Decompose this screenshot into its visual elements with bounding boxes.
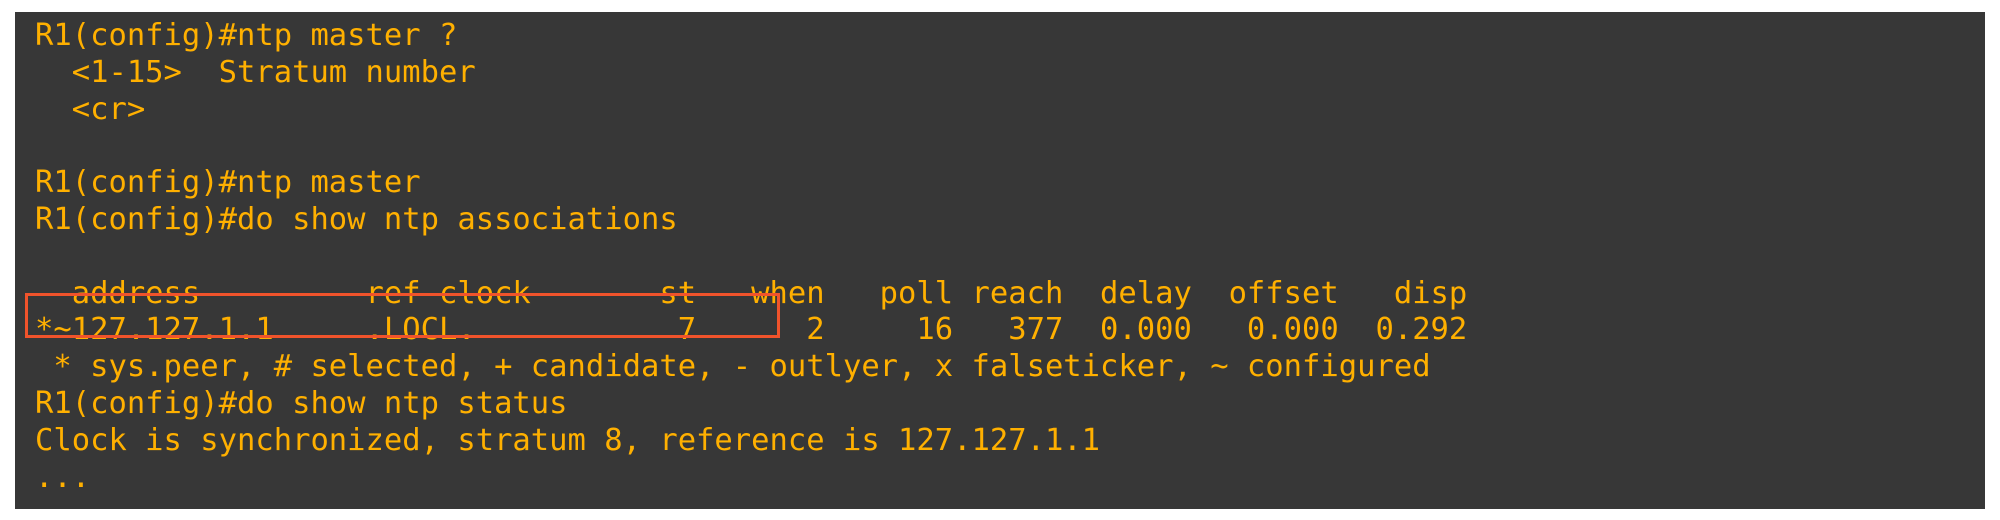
help-option-cr: <cr> — [35, 91, 146, 127]
command-line-ntp-master-help: R1(config)#ntp master ? — [35, 18, 458, 53]
ellipsis-line: ... — [35, 459, 91, 495]
command-line-ntp-master: R1(config)#ntp master — [35, 165, 421, 201]
help-option-stratum: <1-15> Stratum number — [35, 54, 476, 90]
associations-legend: * sys.peer, # selected, + candidate, - o… — [35, 349, 1431, 385]
ntp-status-output: Clock is synchronized, stratum 8, refere… — [35, 422, 1101, 458]
command-line-show-ntp-associations: R1(config)#do show ntp associations — [35, 201, 678, 237]
associations-table-row: *~127.127.1.1 .LOCL. 7 2 16 377 0.000 0.… — [35, 312, 1468, 348]
command-line-show-ntp-status: R1(config)#do show ntp status — [35, 385, 568, 421]
terminal-window: R1(config)#ntp master ? <1-15> Stratum n… — [15, 12, 1985, 509]
associations-table-header: address ref clock st when poll reach del… — [35, 275, 1468, 311]
